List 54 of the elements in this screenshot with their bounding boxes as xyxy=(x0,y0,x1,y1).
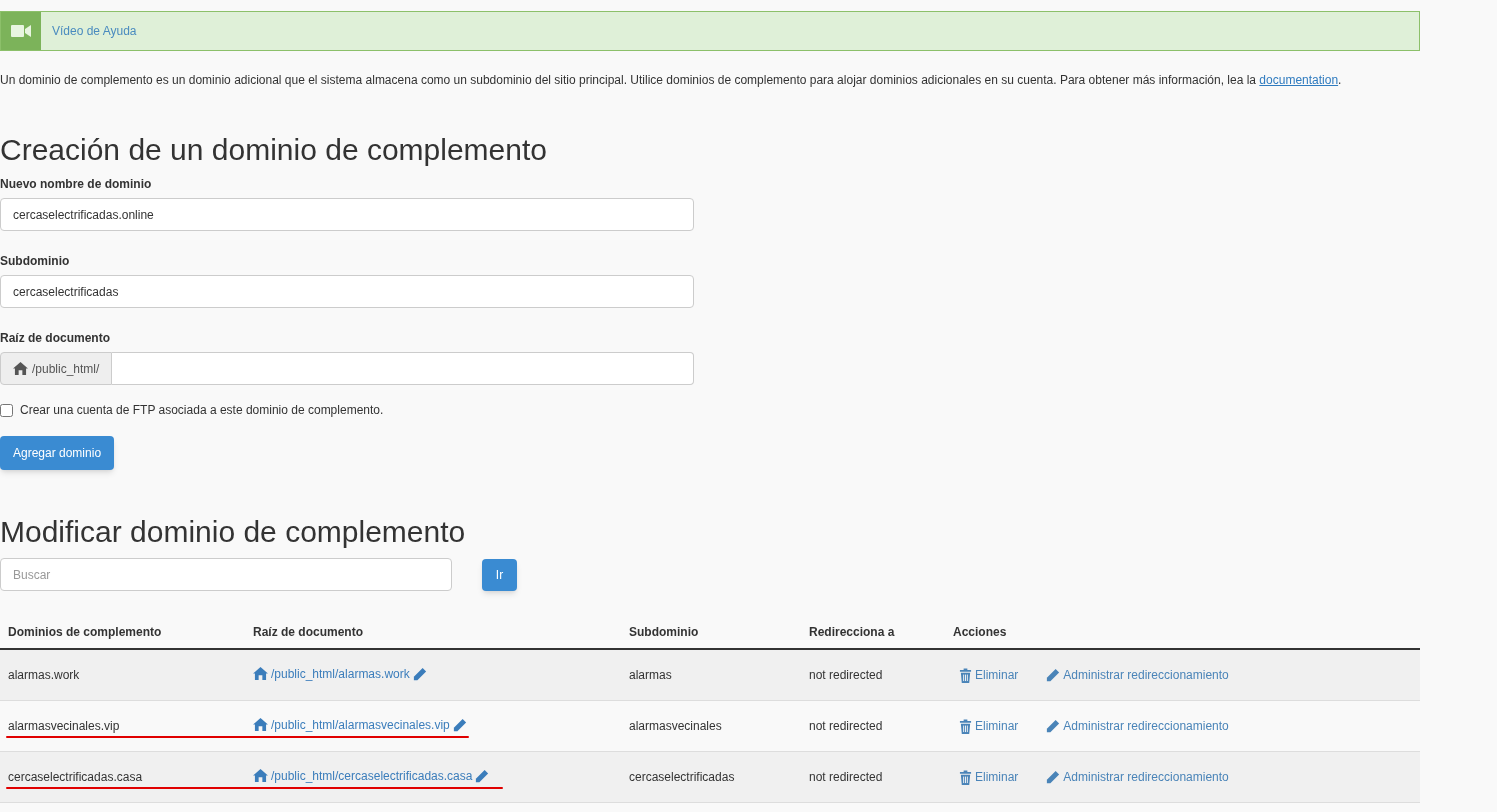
pencil-icon xyxy=(1046,719,1061,733)
trash-icon xyxy=(959,667,972,683)
add-domain-button[interactable]: Agregar dominio xyxy=(0,436,115,470)
document-root-link[interactable]: /public_html/cercaselectrificadas.casa xyxy=(253,766,490,785)
domain-cell: cercaselectrificadas.casa xyxy=(8,770,143,784)
pencil-icon xyxy=(452,717,467,732)
text-field[interactable]: cercaselectrificadas xyxy=(0,275,694,308)
checkbox-label: Crear una cuenta de FTP asociada a este dominio de complemento. xyxy=(20,402,384,419)
delete-link[interactable]: Eliminar xyxy=(959,717,1019,735)
field-label: Raíz de documento xyxy=(0,330,111,346)
trash-icon xyxy=(959,718,972,734)
redirect-cell: not redirected xyxy=(809,668,883,682)
pencil-icon xyxy=(412,666,427,681)
pencil-icon xyxy=(1046,668,1061,682)
document-root-field[interactable] xyxy=(112,352,694,385)
help-banner[interactable]: Vídeo de Ayuda xyxy=(0,11,1420,51)
subdomain-cell: cercaselectrificadas xyxy=(629,770,735,784)
column-header: Redirecciona a xyxy=(809,624,895,639)
subdomain-cell: alarmas xyxy=(629,668,672,682)
home-icon xyxy=(13,362,28,375)
intro-paragraph: Un dominio de complemento es un dominio adicional que el sistema almacena como un subdominio del sitio principal. Utilice dominios de complemento para alojar dominios adicionales en su cuenta. Para obtener más información, lea la documentation. xyxy=(0,72,1343,89)
document-root-link[interactable]: /public_html/alarmas.work xyxy=(253,664,427,683)
trash-icon xyxy=(959,769,972,785)
ftp-checkbox[interactable] xyxy=(0,403,13,417)
document-root-link[interactable]: /public_html/alarmasvecinales.vip xyxy=(253,715,467,734)
field-label: Subdominio xyxy=(0,253,71,269)
search-field[interactable]: Buscar xyxy=(0,558,452,591)
redirect-cell: not redirected xyxy=(809,719,883,733)
redirect-cell: not redirected xyxy=(809,770,883,784)
subdomain-cell: alarmasvecinales xyxy=(629,719,722,733)
delete-link[interactable]: Eliminar xyxy=(959,768,1019,786)
section-heading: Modificar dominio de complemento xyxy=(0,514,467,550)
column-header: Dominios de complemento xyxy=(8,624,162,639)
pencil-icon xyxy=(1046,770,1061,784)
column-header: Acciones xyxy=(953,624,1007,639)
path-prefix: /public_html/ xyxy=(32,360,100,378)
home-icon xyxy=(253,718,268,732)
manage-redirect-link[interactable]: Administrar redireccionamiento xyxy=(1046,717,1229,735)
text-field[interactable]: cercaselectrificadas.online xyxy=(0,198,694,231)
manage-redirect-link[interactable]: Administrar redireccionamiento xyxy=(1046,768,1229,786)
domain-cell: alarmasvecinales.vip xyxy=(8,719,120,733)
pencil-icon xyxy=(475,768,490,783)
domain-cell: alarmas.work xyxy=(8,668,80,682)
video-camera-icon xyxy=(1,12,41,50)
field-label: Nuevo nombre de dominio xyxy=(0,176,153,192)
home-icon xyxy=(253,667,268,681)
help-video-link[interactable]: Vídeo de Ayuda xyxy=(41,22,137,40)
section-heading: Creación de un dominio de complemento xyxy=(0,132,548,168)
column-header: Subdominio xyxy=(629,624,699,639)
home-icon xyxy=(253,769,268,783)
manage-redirect-link[interactable]: Administrar redireccionamiento xyxy=(1046,666,1229,684)
column-header: Raíz de documento xyxy=(253,624,363,639)
delete-link[interactable]: Eliminar xyxy=(959,666,1019,684)
go-button[interactable]: Ir xyxy=(482,558,517,591)
